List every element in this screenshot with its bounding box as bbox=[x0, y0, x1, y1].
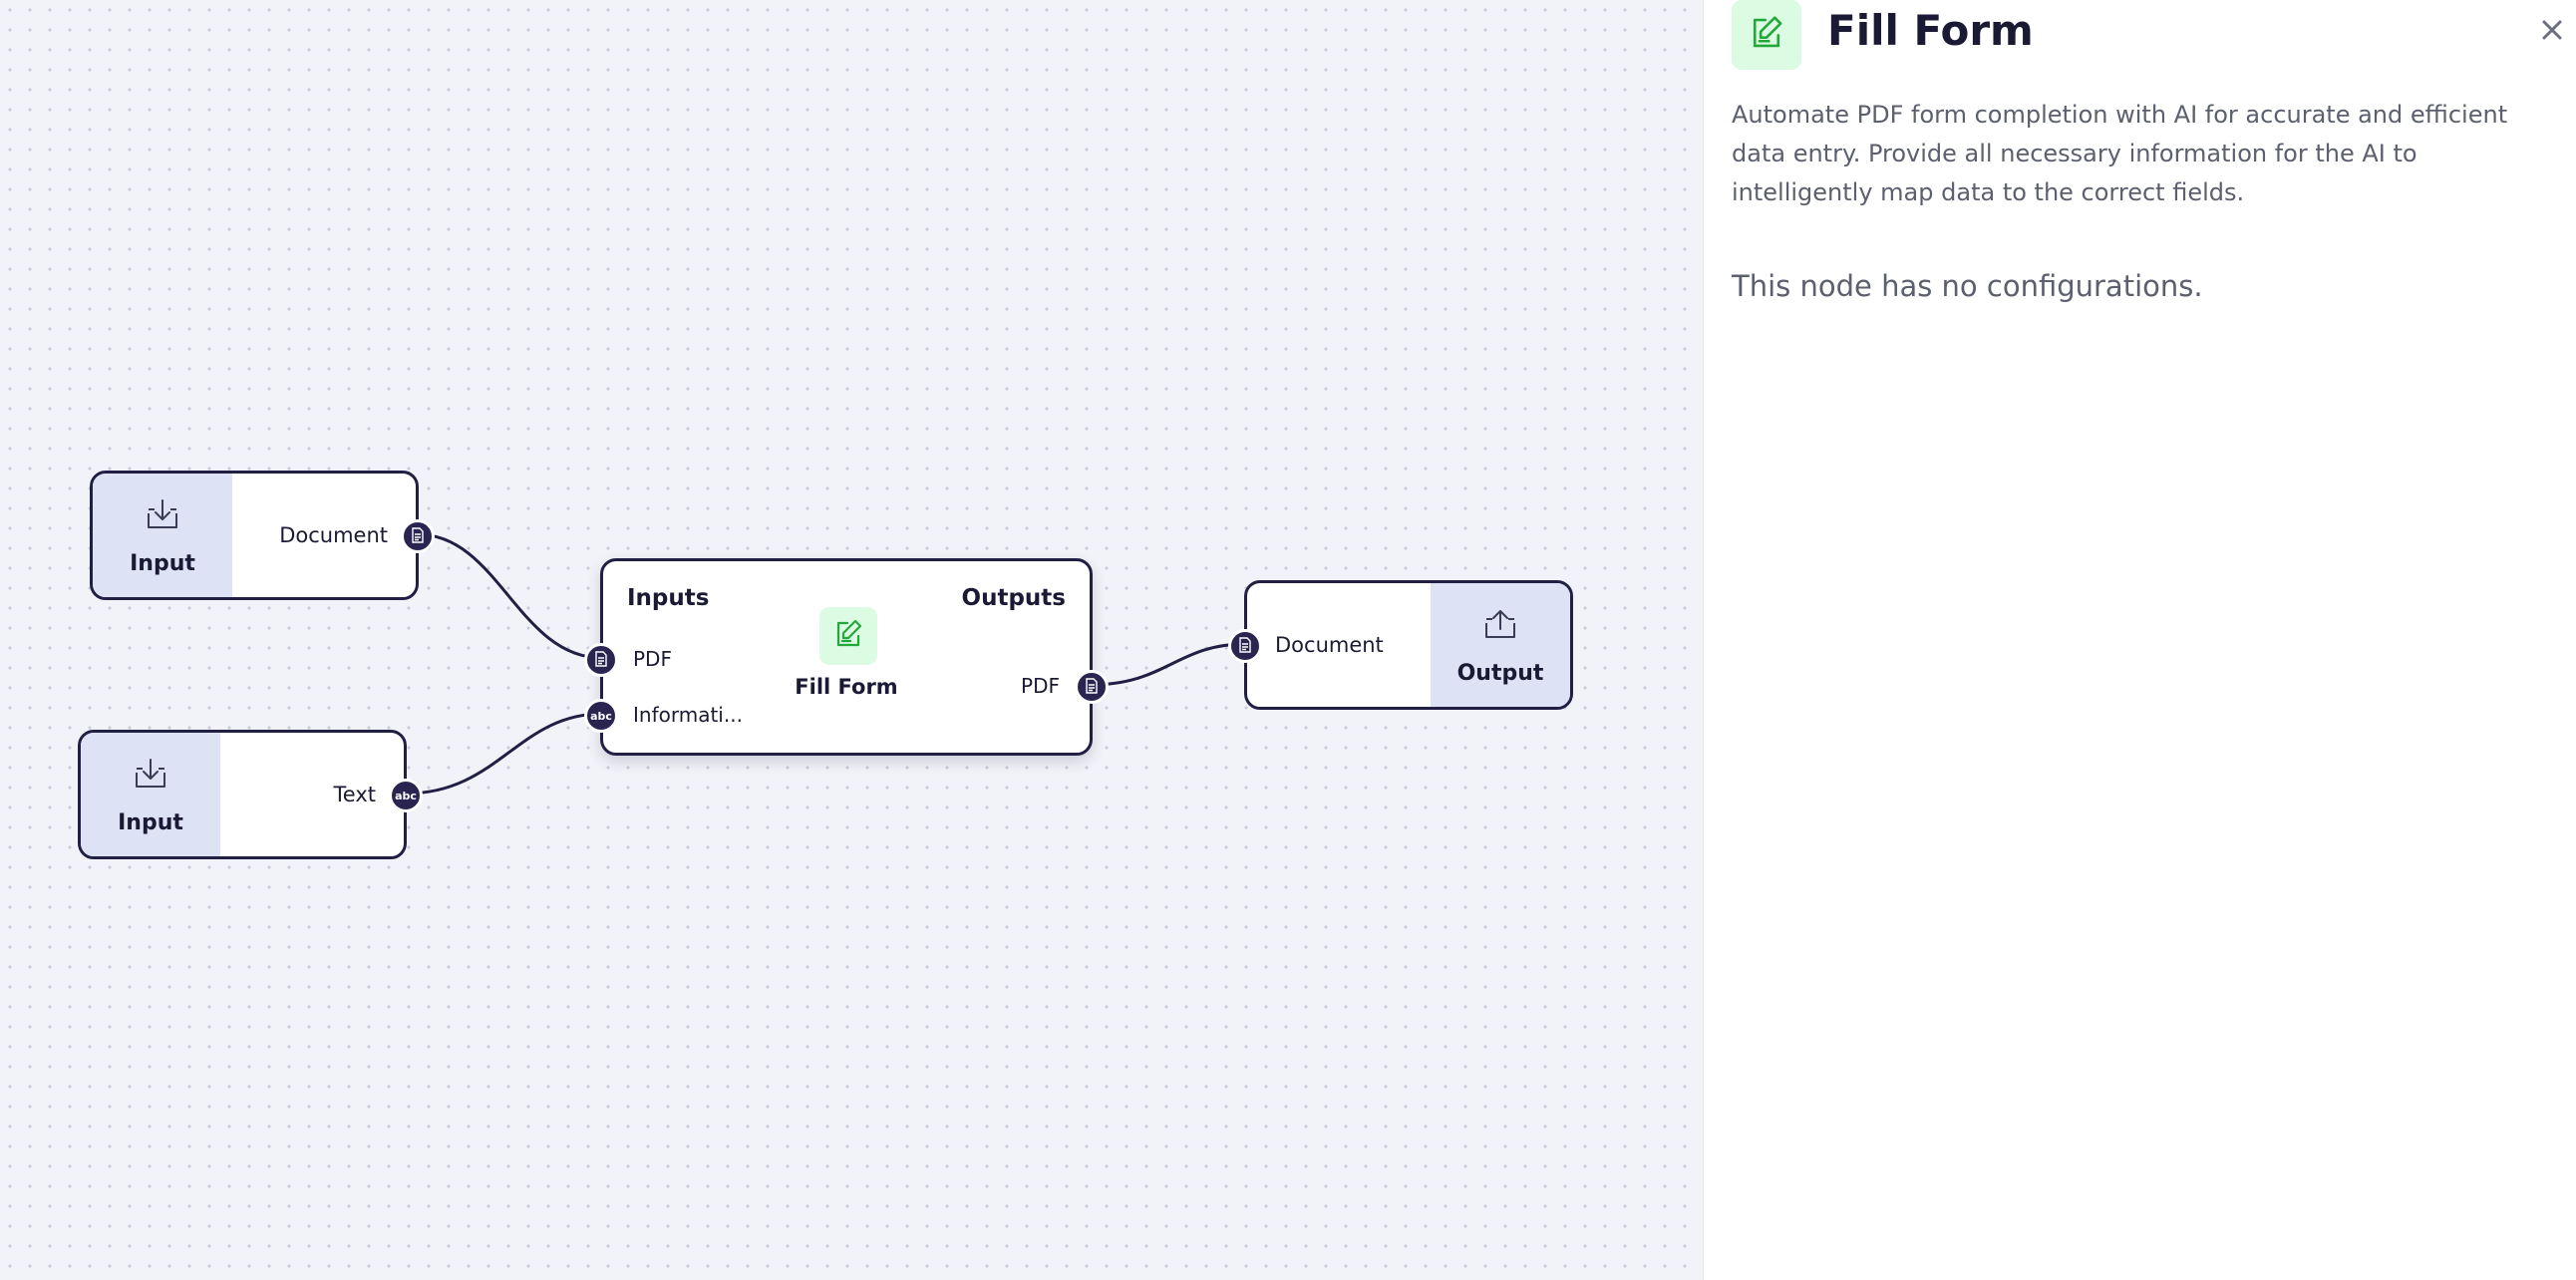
panel-title: Fill Form bbox=[1827, 6, 2034, 55]
workflow-canvas[interactable]: Input Document Input Text abc Inputs Out… bbox=[0, 0, 1703, 1280]
download-icon bbox=[131, 755, 170, 799]
panel-description: Automate PDF form completion with AI for… bbox=[1732, 101, 2508, 206]
input-label-document: Document bbox=[1275, 633, 1384, 657]
panel-no-config-note: This node has no configurations. bbox=[1732, 269, 2203, 303]
download-icon bbox=[143, 495, 182, 539]
output-label-pdf: PDF bbox=[1021, 674, 1060, 698]
input-label-information: Informati... bbox=[633, 703, 743, 727]
output-label-document: Document bbox=[279, 523, 388, 547]
pdf-output-port[interactable] bbox=[1075, 670, 1109, 704]
text-output-port[interactable]: abc bbox=[389, 779, 423, 812]
document-icon bbox=[1238, 636, 1252, 656]
input-document-node[interactable]: Input Document bbox=[90, 471, 435, 600]
close-button[interactable] bbox=[2534, 14, 2570, 50]
information-input-port[interactable]: abc bbox=[584, 699, 618, 733]
document-icon bbox=[1085, 677, 1099, 697]
edge-document-to-pdf[interactable] bbox=[417, 532, 603, 660]
edit-form-icon bbox=[1747, 13, 1786, 57]
input-node-title: Input bbox=[118, 809, 183, 835]
input-text-node[interactable]: Input Text abc bbox=[78, 730, 423, 859]
output-node-side: Output bbox=[1431, 583, 1570, 707]
fill-form-node[interactable]: Inputs Outputs Fill Form PDF Informati..… bbox=[584, 558, 1109, 756]
document-icon bbox=[594, 650, 608, 670]
input-node-side: Input bbox=[81, 733, 220, 856]
pdf-input-port[interactable] bbox=[584, 643, 618, 677]
input-node-title: Input bbox=[130, 550, 195, 576]
fill-form-node-icon-badge bbox=[819, 607, 877, 665]
inputs-header: Inputs bbox=[627, 585, 710, 611]
output-node-title: Output bbox=[1456, 660, 1544, 686]
abc-icon: abc bbox=[395, 789, 417, 802]
document-input-port[interactable] bbox=[1228, 629, 1262, 663]
panel-icon-badge bbox=[1732, 0, 1801, 70]
close-icon bbox=[2539, 17, 2565, 47]
edge-text-to-information[interactable] bbox=[405, 712, 603, 796]
fill-form-node-name: Fill Form bbox=[795, 675, 898, 699]
document-output-port[interactable] bbox=[401, 519, 435, 553]
abc-icon: abc bbox=[590, 709, 612, 723]
input-label-pdf: PDF bbox=[633, 647, 672, 671]
edge-pdf-to-output[interactable] bbox=[1090, 642, 1247, 687]
outputs-header: Outputs bbox=[961, 585, 1066, 611]
document-icon bbox=[411, 526, 425, 546]
node-details-panel: Fill Form Automate PDF form completion w… bbox=[1703, 0, 2576, 1280]
output-document-node[interactable]: Document Output bbox=[1228, 580, 1573, 710]
upload-icon bbox=[1480, 605, 1520, 649]
input-node-side: Input bbox=[93, 474, 232, 597]
output-label-text: Text bbox=[333, 783, 376, 806]
edit-form-icon bbox=[831, 617, 865, 655]
